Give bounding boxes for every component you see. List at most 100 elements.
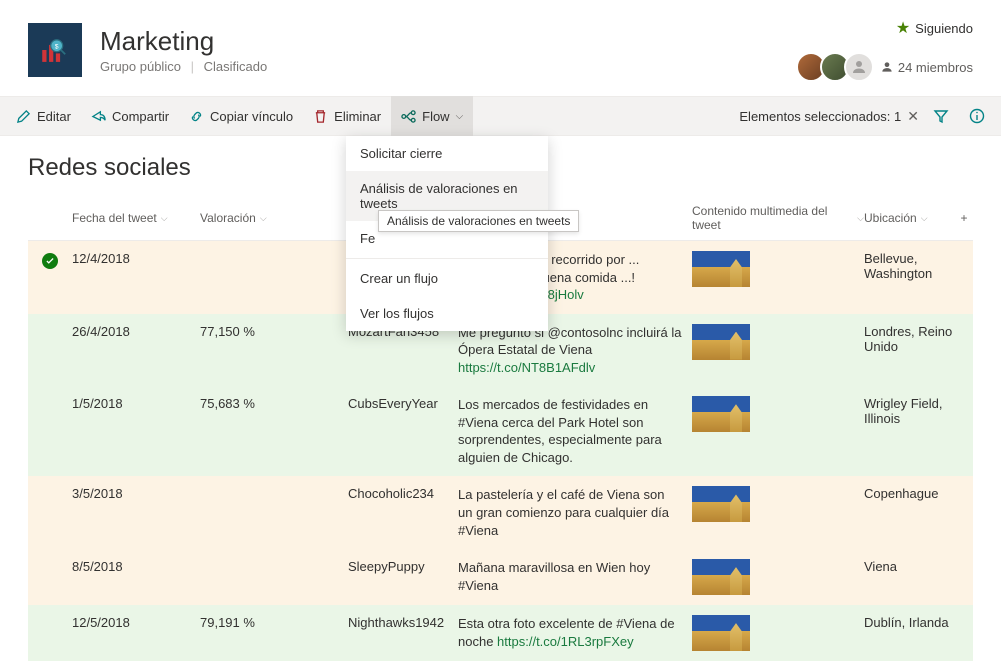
cell-media: [692, 324, 864, 360]
site-logo: $: [28, 23, 82, 77]
col-valoracion-label: Valoración: [200, 211, 256, 225]
cell-contenido: Me pregunto si @contosolnc incluirá la Ó…: [458, 324, 692, 377]
chevron-down-icon: ⌵: [857, 213, 864, 224]
menu-divider: [346, 258, 548, 259]
avatar-generic[interactable]: [844, 52, 874, 82]
media-thumbnail[interactable]: [692, 559, 750, 595]
cell-contenido: Mañana maravillosa en Wien hoy #Viena: [458, 559, 692, 594]
tweet-link[interactable]: https://t.co/NT8B1AFdlv: [458, 360, 595, 375]
cell-fecha: 1/5/2018: [72, 396, 200, 411]
group-type: Grupo público: [100, 59, 181, 74]
chevron-down-icon: ⌵: [921, 213, 928, 224]
site-subtitle: Grupo público | Clasificado: [100, 59, 802, 74]
cell-ubicacion: Wrigley Field, Illinois: [864, 396, 973, 426]
cell-ubicacion: Bellevue, Washington: [864, 251, 973, 281]
media-thumbnail[interactable]: [692, 324, 750, 360]
flow-item-create[interactable]: Crear un flujo: [346, 261, 548, 296]
star-icon: ★: [896, 18, 910, 38]
share-button[interactable]: Compartir: [81, 96, 179, 136]
row-check-icon[interactable]: [42, 253, 58, 269]
flow-item-request-closure[interactable]: Solicitar cierre: [346, 136, 548, 171]
cell-ubicacion: Dublín, Irlanda: [864, 615, 973, 630]
cell-contenido: Los mercados de festividades en #Viena c…: [458, 396, 692, 466]
media-thumbnail[interactable]: [692, 615, 750, 651]
trash-icon: [313, 109, 328, 124]
media-thumbnail[interactable]: [692, 486, 750, 522]
share-label: Compartir: [112, 109, 169, 124]
share-icon: [91, 109, 106, 124]
copy-link-label: Copiar vínculo: [210, 109, 293, 124]
pencil-icon: [16, 109, 31, 124]
col-ubicacion[interactable]: Ubicación ⌵: [864, 211, 955, 225]
header-right: ★ Siguiendo 24 miembros: [802, 18, 973, 82]
cell-usuario: CubsEveryYear: [348, 396, 458, 411]
chevron-down-icon: ⌵: [161, 213, 168, 224]
follow-button[interactable]: ★ Siguiendo: [896, 18, 973, 38]
info-button[interactable]: [959, 96, 995, 136]
col-valoracion[interactable]: Valoración ⌵: [200, 211, 348, 225]
delete-button[interactable]: Eliminar: [303, 96, 391, 136]
chevron-down-icon: ⌵: [260, 213, 267, 224]
cell-media: [692, 559, 864, 595]
cell-contenido: Esta otra foto excelente de #Viena de no…: [458, 615, 692, 650]
cell-ubicacion: Londres, Reino Unido: [864, 324, 973, 354]
members-link[interactable]: 24 miembros: [880, 60, 973, 75]
members-label: 24 miembros: [898, 60, 973, 75]
table-row[interactable]: 1/5/201875,683 %CubsEveryYearLos mercado…: [28, 386, 973, 476]
cell-contenido: La pastelería y el café de Viena son un …: [458, 486, 692, 539]
table-row[interactable]: 3/5/2018 Chocoholic234La pastelería y el …: [28, 476, 973, 549]
flow-button[interactable]: Flow ⌵: [391, 96, 473, 136]
flow-label: Flow: [422, 109, 449, 124]
media-thumbnail[interactable]: [692, 396, 750, 432]
edit-label: Editar: [37, 109, 71, 124]
info-icon: [969, 108, 985, 124]
selection-count-label: Elementos seleccionados: 1: [739, 109, 901, 124]
classification: Clasificado: [204, 59, 268, 74]
delete-label: Eliminar: [334, 109, 381, 124]
subtitle-separator: |: [191, 59, 194, 74]
cell-media: [692, 615, 864, 651]
cell-valoracion: 75,683 %: [200, 396, 348, 411]
command-bar: Editar Compartir Copiar vínculo Eliminar…: [0, 96, 1001, 136]
flow-item-view[interactable]: Ver los flujos: [346, 296, 548, 331]
cell-ubicacion: Viena: [864, 559, 973, 574]
cell-fecha: 12/5/2018: [72, 615, 200, 630]
col-fecha[interactable]: Fecha del tweet ⌵: [72, 211, 200, 225]
cell-fecha: 26/4/2018: [72, 324, 200, 339]
flow-tooltip: Análisis de valoraciones en tweets: [378, 210, 579, 232]
filter-button[interactable]: [923, 96, 959, 136]
chevron-down-icon: ⌵: [456, 111, 464, 122]
bar-chart-magnifier-icon: $: [38, 33, 72, 67]
flow-dropdown: Solicitar cierre Análisis de valoracione…: [346, 136, 548, 331]
people-bar: 24 miembros: [802, 52, 973, 82]
cell-valoracion: 79,191 %: [200, 615, 348, 630]
col-ubicacion-label: Ubicación: [864, 211, 917, 225]
edit-button[interactable]: Editar: [6, 96, 81, 136]
table-row[interactable]: 12/5/201879,191 %Nighthawks1942Esta otra…: [28, 605, 973, 661]
add-column-button[interactable]: +: [955, 211, 973, 225]
clear-selection-button[interactable]: ✕: [907, 108, 919, 125]
col-media-label: Contenido multimedia del tweet: [692, 204, 853, 232]
cell-usuario: SleepyPuppy: [348, 559, 458, 574]
cell-fecha: 8/5/2018: [72, 559, 200, 574]
copy-link-button[interactable]: Copiar vínculo: [179, 96, 303, 136]
cell-media: [692, 486, 864, 522]
cell-usuario: Nighthawks1942: [348, 615, 458, 630]
media-thumbnail[interactable]: [692, 251, 750, 287]
person-icon: [880, 60, 894, 74]
filter-icon: [933, 108, 949, 124]
cell-ubicacion: Copenhague: [864, 486, 973, 501]
cell-media: [692, 251, 864, 287]
col-fecha-label: Fecha del tweet: [72, 211, 157, 225]
selection-count: Elementos seleccionados: 1 ✕: [735, 108, 923, 125]
site-text: Marketing Grupo público | Clasificado: [100, 26, 802, 74]
svg-text:$: $: [55, 43, 59, 50]
cell-fecha: 3/5/2018: [72, 486, 200, 501]
link-icon: [189, 109, 204, 124]
cell-fecha: 12/4/2018: [72, 251, 200, 266]
cell-valoracion: 77,150 %: [200, 324, 348, 339]
cell-usuario: Chocoholic234: [348, 486, 458, 501]
tweet-link[interactable]: https://t.co/1RL3rpFXey: [497, 634, 634, 649]
col-media[interactable]: Contenido multimedia del tweet ⌵: [692, 204, 864, 232]
follow-label: Siguiendo: [915, 21, 973, 36]
